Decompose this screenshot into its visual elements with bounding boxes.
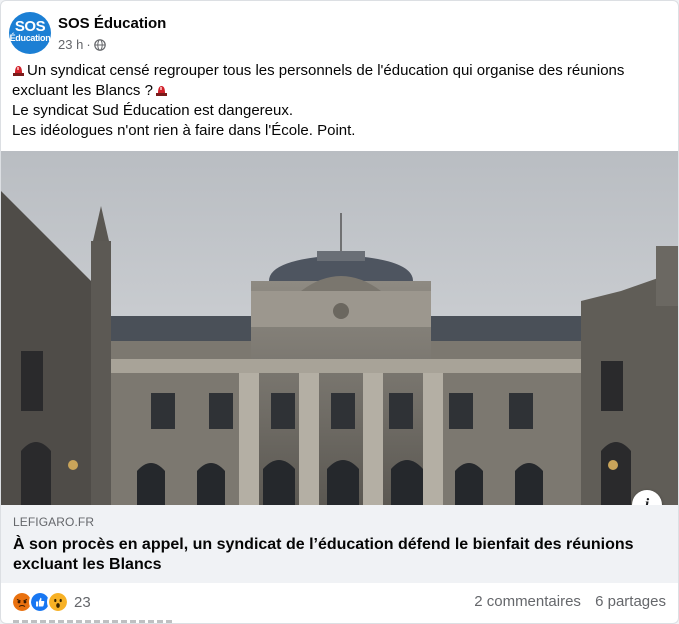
post-footer: 23 2 commentaires 6 partages	[1, 583, 678, 623]
shares-count-link[interactable]: 6 partages	[595, 593, 666, 610]
avatar-text-bottom: Éducation	[9, 33, 51, 43]
reactions-summary[interactable]: 23	[11, 591, 91, 613]
link-preview-image[interactable]: i	[1, 151, 678, 505]
post-stats: 2 commentaires 6 partages	[464, 593, 666, 610]
post-meta: 23 h ·	[58, 37, 106, 52]
avatar[interactable]: SOS Éducation	[9, 12, 51, 54]
building-photo	[1, 151, 678, 505]
post-card: SOS Éducation SOS Éducation 23 h · Un sy…	[0, 0, 679, 624]
post-text-1: Un syndicat censé regrouper tous les per…	[12, 62, 625, 99]
link-headline[interactable]: À son procès en appel, un syndicat de l’…	[13, 535, 653, 575]
comments-count-link[interactable]: 2 commentaires	[474, 593, 581, 610]
post-text: Un syndicat censé regrouper tous les per…	[12, 61, 667, 141]
globe-icon[interactable]	[93, 38, 106, 51]
meta-separator: ·	[86, 37, 91, 52]
avatar-text-top: SOS	[14, 18, 46, 35]
wow-icon	[47, 591, 69, 613]
post-text-2: Le syndicat Sud Éducation est dangereux.	[12, 102, 294, 119]
post-timestamp[interactable]: 23 h	[58, 37, 83, 52]
link-preview[interactable]: LEFIGARO.FR À son procès en appel, un sy…	[1, 505, 678, 583]
post-text-line-1: Un syndicat censé regrouper tous les per…	[12, 61, 667, 101]
link-domain: LEFIGARO.FR	[13, 515, 95, 529]
police-siren-icon	[155, 86, 167, 96]
post-text-3: Les idéologues n'ont rien à faire dans l…	[12, 122, 356, 139]
truncated-text	[13, 620, 173, 623]
reaction-count: 23	[74, 593, 91, 611]
police-siren-icon	[13, 66, 24, 76]
page-name-link[interactable]: SOS Éducation	[58, 15, 166, 32]
